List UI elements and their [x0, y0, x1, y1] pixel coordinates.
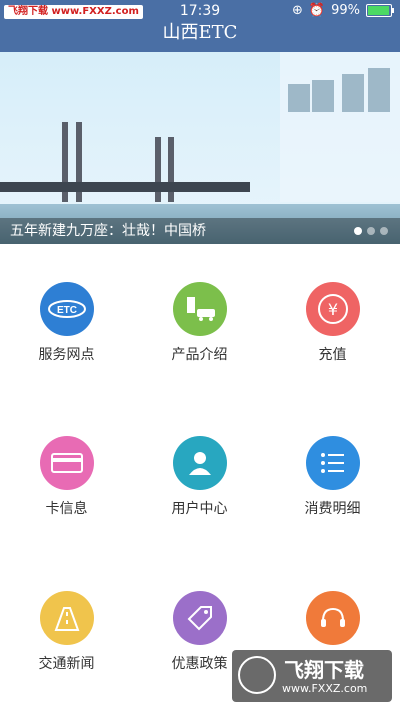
status-right: ⊕ ⏰ 99% — [292, 3, 394, 18]
banner-caption[interactable]: 五年新建九万座：壮哉！中国桥 — [0, 218, 400, 244]
grid-label: 卡信息 — [45, 501, 88, 517]
headset-icon — [305, 591, 360, 645]
grid-item-service-outlets[interactable]: ETC 服务网点 — [0, 282, 133, 364]
alarm-icon: ⏰ — [308, 3, 326, 18]
grid-item-user-center[interactable]: 用户中心 — [133, 436, 266, 518]
app-header: 飞翔下载 www.FXXZ.com 17:39 ⊕ ⏰ 99% 山西ETC — [0, 0, 400, 52]
user-icon — [172, 436, 227, 490]
carousel-dot[interactable] — [354, 227, 362, 235]
infographic-bar — [342, 74, 364, 112]
carousel-dots — [354, 227, 388, 235]
infographic-bar — [368, 68, 390, 112]
bottom-watermark: 飞翔下载 www.FXXZ.com — [232, 650, 392, 702]
banner-caption-text[interactable]: 五年新建九万座：壮哉！中国桥 — [10, 223, 206, 239]
battery-icon — [366, 4, 394, 17]
bridge-tower — [155, 137, 161, 202]
grid-item-traffic-news[interactable]: 交通新闻 — [0, 591, 133, 673]
svg-text:ETC: ETC — [57, 305, 77, 316]
grid-label: 充值 — [318, 347, 347, 363]
grid-label: 服务网点 — [38, 347, 95, 363]
infographic-bar — [288, 84, 310, 112]
tag-icon — [172, 591, 227, 645]
grid-item-customer-service[interactable] — [266, 591, 399, 653]
car-gas-icon — [172, 282, 227, 336]
grid-label: 用户中心 — [171, 501, 228, 517]
grid-label: 消费明细 — [304, 501, 361, 517]
infographic-bar — [312, 80, 334, 112]
grid-item-card-info[interactable]: 卡信息 — [0, 436, 133, 518]
banner-infographic — [280, 52, 400, 202]
banner-carousel[interactable]: 五年新建九万座：壮哉！中国桥 — [0, 52, 400, 244]
watermark-logo-icon — [238, 656, 276, 694]
road-icon — [39, 591, 94, 645]
etc-icon: ETC — [39, 282, 94, 336]
bridge-tower — [168, 137, 174, 202]
yuan-icon: ¥ — [305, 282, 360, 336]
grid-item-consumption-details[interactable]: 消费明细 — [266, 436, 399, 518]
card-icon — [39, 436, 94, 490]
page-title: 山西ETC — [162, 22, 238, 43]
battery-percent: 99% — [331, 3, 360, 18]
grid-label: 交通新闻 — [38, 656, 95, 672]
list-icon — [305, 436, 360, 490]
grid-item-recharge[interactable]: ¥ 充值 — [266, 282, 399, 364]
carousel-dot[interactable] — [380, 227, 388, 235]
carousel-dot[interactable] — [367, 227, 375, 235]
grid-item-product-intro[interactable]: 产品介绍 — [133, 282, 266, 364]
bridge-deck — [0, 182, 250, 192]
grid-label: 产品介绍 — [171, 347, 228, 363]
watermark-url: www.FXXZ.com — [282, 682, 368, 695]
svg-text:¥: ¥ — [327, 300, 337, 319]
lock-rotation-icon: ⊕ — [292, 3, 303, 18]
watermark-text: 飞翔下载 — [284, 658, 364, 682]
